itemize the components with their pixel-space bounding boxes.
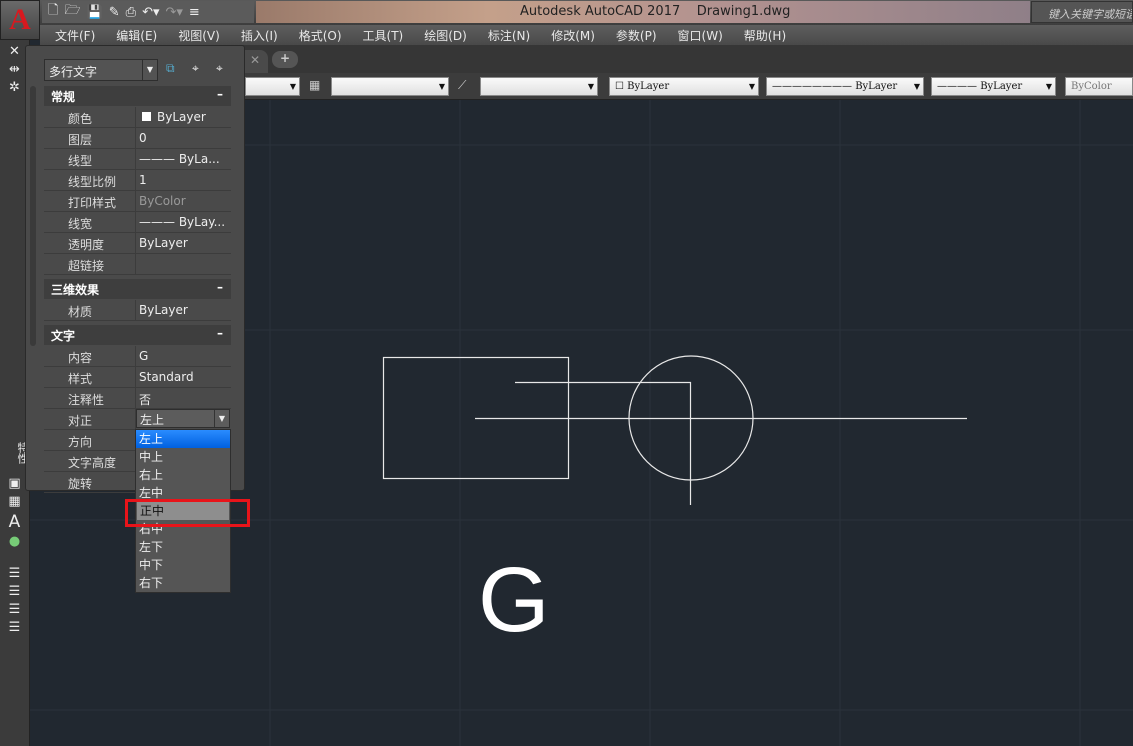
section-title: 常规 bbox=[51, 90, 76, 104]
section-header-text[interactable]: 文字 – bbox=[44, 325, 231, 345]
justify-option[interactable]: 中下 bbox=[136, 556, 230, 574]
mtext-object[interactable]: G bbox=[478, 548, 550, 653]
property-row[interactable]: 线型 ——— ByLa... bbox=[44, 149, 231, 170]
property-label: 透明度 bbox=[44, 233, 136, 253]
text-icon[interactable]: A bbox=[0, 512, 29, 534]
property-label: 方向 bbox=[44, 430, 136, 450]
property-value[interactable]: Standard bbox=[139, 370, 194, 384]
property-row[interactable]: 颜色 ByLayer bbox=[44, 107, 231, 128]
property-row[interactable]: 材质 ByLayer bbox=[44, 300, 231, 321]
section-header-3d[interactable]: 三维效果 – bbox=[44, 279, 231, 299]
application-menu-button[interactable]: A bbox=[0, 0, 40, 40]
property-label: 线型 bbox=[44, 149, 136, 169]
property-row[interactable]: 样式 Standard bbox=[44, 367, 231, 388]
property-value[interactable]: ByLayer bbox=[139, 303, 188, 317]
property-value[interactable]: ByLayer bbox=[139, 236, 188, 250]
layer-icon-4[interactable]: ☰ bbox=[0, 620, 29, 638]
property-label: 颜色 bbox=[44, 107, 136, 127]
justify-select[interactable]: 左上 ▼ bbox=[136, 409, 230, 428]
justify-option[interactable]: 右上 bbox=[136, 466, 230, 484]
property-label: 线型比例 bbox=[44, 170, 136, 190]
property-row[interactable]: 线型比例 1 bbox=[44, 170, 231, 191]
property-value[interactable]: G bbox=[139, 349, 148, 363]
property-label: 注释性 bbox=[44, 388, 136, 408]
property-label: 线宽 bbox=[44, 212, 136, 232]
section-header-general[interactable]: 常规 – bbox=[44, 86, 231, 106]
table-icon[interactable]: ▦ bbox=[0, 494, 29, 512]
property-label: 图层 bbox=[44, 128, 136, 148]
property-row[interactable]: 透明度 ByLayer bbox=[44, 233, 231, 254]
collapse-icon[interactable]: – bbox=[217, 87, 223, 101]
collapse-icon[interactable]: – bbox=[217, 280, 223, 294]
property-row[interactable]: 线宽 ——— ByLay... bbox=[44, 212, 231, 233]
palette-scrollbar[interactable] bbox=[30, 86, 36, 346]
property-row[interactable]: 内容 G bbox=[44, 346, 231, 367]
toggle-pickadd-icon[interactable]: ⧉ bbox=[166, 61, 175, 76]
block-icon[interactable]: ● bbox=[0, 534, 29, 552]
collapse-icon[interactable]: – bbox=[217, 326, 223, 340]
property-label: 样式 bbox=[44, 367, 136, 387]
layer-icon-1[interactable]: ☰ bbox=[0, 566, 29, 584]
section-title: 三维效果 bbox=[51, 283, 100, 297]
section-title: 文字 bbox=[51, 329, 76, 343]
property-value[interactable]: 1 bbox=[139, 173, 147, 187]
property-label: 打印样式 bbox=[44, 191, 136, 211]
property-row[interactable]: 图层 0 bbox=[44, 128, 231, 149]
property-value[interactable]: ——— ByLay... bbox=[139, 215, 225, 229]
justify-option[interactable]: 中上 bbox=[136, 448, 230, 466]
select-objects-icon[interactable]: ⌖ bbox=[192, 61, 199, 76]
justify-option[interactable]: 左下 bbox=[136, 538, 230, 556]
quick-select-icon[interactable]: ⌖ bbox=[216, 61, 223, 76]
object-type-select[interactable]: 多行文字 ▼ bbox=[44, 59, 158, 81]
justify-option[interactable]: 左上 bbox=[136, 430, 230, 448]
color-swatch-icon bbox=[142, 112, 151, 121]
property-label: 文字高度 bbox=[44, 451, 136, 471]
property-value[interactable]: ——— ByLa... bbox=[139, 152, 220, 166]
property-label: 对正 bbox=[44, 409, 136, 429]
polyline-shape[interactable] bbox=[515, 381, 692, 506]
property-label: 材质 bbox=[44, 300, 136, 320]
property-value[interactable]: 0 bbox=[139, 131, 147, 145]
property-value[interactable]: ByLayer bbox=[157, 110, 206, 124]
property-value[interactable]: ByColor bbox=[139, 194, 186, 208]
layer-icon-2[interactable]: ☰ bbox=[0, 584, 29, 602]
highlight-annotation-box bbox=[125, 499, 250, 527]
property-row[interactable]: 超链接 bbox=[44, 254, 231, 275]
property-row[interactable]: 打印样式 ByColor bbox=[44, 191, 231, 212]
property-label: 旋转 bbox=[44, 472, 136, 492]
property-row[interactable]: 注释性否 bbox=[44, 388, 231, 409]
justify-option[interactable]: 右下 bbox=[136, 574, 230, 592]
property-label: 内容 bbox=[44, 346, 136, 366]
property-value[interactable]: 否 bbox=[139, 393, 151, 407]
property-label: 超链接 bbox=[44, 254, 136, 274]
layer-icon-3[interactable]: ☰ bbox=[0, 602, 29, 620]
